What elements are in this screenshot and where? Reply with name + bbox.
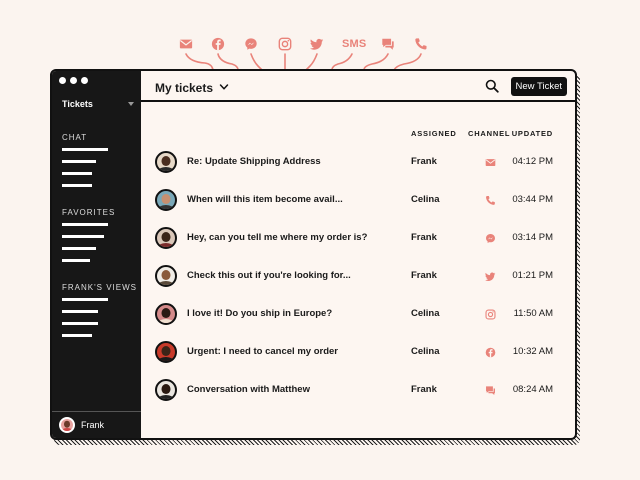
instagram-icon <box>277 36 293 52</box>
ticket-assignee: Frank <box>411 232 437 243</box>
page-title: My tickets <box>155 81 214 95</box>
sidebar: Tickets CHAT FAVORITES FRANK'S VIEWS Fra… <box>52 71 141 438</box>
sidebar-item[interactable] <box>62 247 96 250</box>
sidebar-item[interactable] <box>62 334 92 337</box>
avatar <box>155 189 177 211</box>
sidebar-item[interactable] <box>62 310 98 313</box>
phone-icon <box>483 193 497 207</box>
tickets-table: ASSIGNED CHANNEL UPDATED Re: Update Ship… <box>141 104 575 438</box>
facebook-icon <box>483 345 497 359</box>
ticket-assignee: Celina <box>411 308 440 319</box>
view-selector-label: Tickets <box>62 99 93 109</box>
new-ticket-button[interactable]: New Ticket <box>510 77 567 96</box>
caret-down-icon <box>128 102 134 106</box>
window-dot[interactable] <box>59 77 66 84</box>
table-row[interactable]: Urgent: I need to cancel my order Celina… <box>141 334 575 372</box>
messenger-icon <box>483 231 497 245</box>
view-selector[interactable]: Tickets <box>62 99 134 109</box>
instagram-icon <box>483 307 497 321</box>
sidebar-item[interactable] <box>62 298 108 301</box>
ticket-updated: 08:24 AM <box>512 384 553 395</box>
mail-icon <box>178 36 194 52</box>
avatar <box>59 417 75 433</box>
avatar <box>155 303 177 325</box>
sidebar-item[interactable] <box>62 172 92 175</box>
chat-icon <box>380 36 396 52</box>
sidebar-item[interactable] <box>62 148 108 151</box>
ticket-subject: Re: Update Shipping Address <box>187 156 321 167</box>
search-icon[interactable] <box>485 79 499 93</box>
app-window: Tickets CHAT FAVORITES FRANK'S VIEWS Fra… <box>50 69 577 440</box>
table-row[interactable]: I love it! Do you ship in Europe? Celina… <box>141 296 575 334</box>
sidebar-item[interactable] <box>62 223 108 226</box>
ticket-updated: 01:21 PM <box>512 270 553 281</box>
ticket-updated: 11:50 AM <box>513 308 553 319</box>
ticket-subject: Conversation with Matthew <box>187 384 310 395</box>
column-header-assigned[interactable]: ASSIGNED <box>411 129 457 138</box>
chevron-down-icon <box>219 79 229 97</box>
table-row[interactable]: Conversation with Matthew Frank 08:24 AM <box>141 372 575 410</box>
ticket-assignee: Frank <box>411 384 437 395</box>
ticket-assignee: Frank <box>411 156 437 167</box>
table-row[interactable]: When will this item become avail... Celi… <box>141 182 575 220</box>
mail-icon <box>483 155 497 169</box>
current-user[interactable]: Frank <box>52 411 141 438</box>
ticket-updated: 10:32 AM <box>512 346 553 357</box>
sidebar-item[interactable] <box>62 322 98 325</box>
title-dropdown[interactable]: My tickets <box>155 79 229 97</box>
ticket-subject: Hey, can you tell me where my order is? <box>187 232 368 243</box>
sidebar-item[interactable] <box>62 235 104 238</box>
window-dot[interactable] <box>81 77 88 84</box>
column-header-updated[interactable]: UPDATED <box>512 129 553 138</box>
twitter-icon <box>309 36 325 52</box>
avatar <box>155 379 177 401</box>
table-row[interactable]: Re: Update Shipping Address Frank 04:12 … <box>141 144 575 182</box>
sidebar-section-favorites: FAVORITES <box>62 208 116 217</box>
ticket-assignee: Frank <box>411 270 437 281</box>
ticket-assignee: Celina <box>411 346 440 357</box>
ticket-subject: Check this out if you're looking for... <box>187 270 351 281</box>
avatar <box>155 227 177 249</box>
table-row[interactable]: Check this out if you're looking for... … <box>141 258 575 296</box>
table-row[interactable]: Hey, can you tell me where my order is? … <box>141 220 575 258</box>
phone-icon <box>413 36 429 52</box>
sidebar-section-franks-views: FRANK'S VIEWS <box>62 283 137 292</box>
ticket-updated: 03:14 PM <box>512 232 553 243</box>
window-dot[interactable] <box>70 77 77 84</box>
sidebar-item[interactable] <box>62 184 92 187</box>
ticket-assignee: Celina <box>411 194 440 205</box>
sidebar-item[interactable] <box>62 160 96 163</box>
messenger-icon <box>243 36 259 52</box>
avatar <box>155 341 177 363</box>
channels-row: SMS <box>0 0 640 72</box>
window-controls <box>59 77 88 84</box>
ticket-subject: I love it! Do you ship in Europe? <box>187 308 333 319</box>
current-user-name: Frank <box>81 420 105 430</box>
avatar <box>155 265 177 287</box>
header: My tickets New Ticket <box>141 71 575 102</box>
column-header-channel[interactable]: CHANNEL <box>468 129 510 138</box>
avatar <box>155 151 177 173</box>
sms-icon: SMS <box>342 38 367 50</box>
ticket-subject: When will this item become avail... <box>187 194 343 205</box>
ticket-updated: 04:12 PM <box>512 156 553 167</box>
sidebar-item[interactable] <box>62 259 90 262</box>
ticket-subject: Urgent: I need to cancel my order <box>187 346 338 357</box>
chat-icon <box>483 383 497 397</box>
ticket-updated: 03:44 PM <box>512 194 553 205</box>
twitter-icon <box>483 269 497 283</box>
facebook-icon <box>210 36 226 52</box>
sidebar-section-chat: CHAT <box>62 133 88 142</box>
